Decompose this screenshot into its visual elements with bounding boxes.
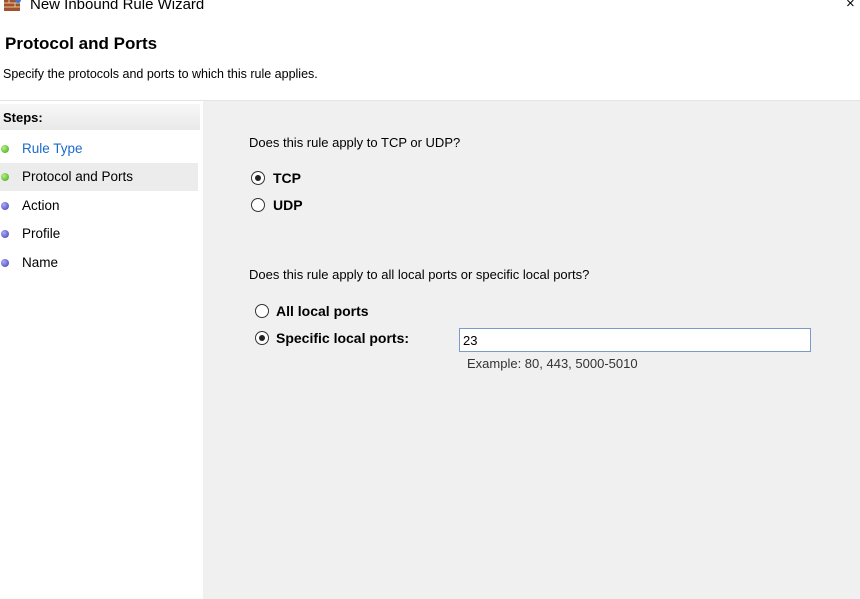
- step-label: Profile: [22, 226, 61, 241]
- step-profile: Profile: [0, 220, 198, 248]
- step-label: Name: [22, 255, 59, 270]
- ports-question: Does this rule apply to all local ports …: [249, 267, 590, 282]
- all-local-ports-radio[interactable]: [255, 304, 269, 318]
- step-label[interactable]: Rule Type: [22, 141, 83, 157]
- tcp-label[interactable]: TCP: [273, 170, 301, 186]
- step-name: Name: [0, 249, 198, 277]
- completed-step-icon: [1, 173, 9, 181]
- tcp-radio[interactable]: [251, 171, 265, 185]
- close-icon[interactable]: ×: [846, 0, 855, 13]
- steps-header: Steps:: [0, 104, 200, 130]
- protocol-question: Does this rule apply to TCP or UDP?: [249, 135, 461, 150]
- page-subtitle: Specify the protocols and ports to which…: [3, 67, 318, 81]
- firewall-brick-icon: [4, 0, 21, 11]
- steps-label: Steps:: [3, 110, 43, 125]
- wizard-header: Protocol and Ports Specify the protocols…: [0, 14, 860, 100]
- all-local-ports-label[interactable]: All local ports: [276, 303, 369, 319]
- pending-step-icon: [1, 202, 9, 210]
- page-title: Protocol and Ports: [5, 34, 158, 53]
- step-label: Protocol and Ports: [22, 169, 134, 184]
- udp-label[interactable]: UDP: [273, 197, 303, 213]
- steps-panel: Steps: Rule Type Protocol and Ports Acti…: [0, 101, 202, 599]
- step-protocol-and-ports: Protocol and Ports: [0, 163, 198, 191]
- step-rule-type[interactable]: Rule Type: [0, 135, 198, 163]
- title-bar: New Inbound Rule Wizard ×: [0, 0, 860, 14]
- specific-ports-input[interactable]: [459, 328, 811, 352]
- specific-local-ports-radio[interactable]: [255, 331, 269, 345]
- ports-example-hint: Example: 80, 443, 5000-5010: [467, 356, 638, 371]
- pending-step-icon: [1, 259, 9, 267]
- udp-radio[interactable]: [251, 198, 265, 212]
- step-label: Action: [22, 198, 60, 213]
- pending-step-icon: [1, 230, 9, 238]
- specific-local-ports-label[interactable]: Specific local ports:: [276, 330, 409, 346]
- step-action: Action: [0, 192, 198, 220]
- completed-step-icon: [1, 145, 9, 153]
- wizard-content: Does this rule apply to TCP or UDP? TCP …: [203, 101, 860, 599]
- window-title: New Inbound Rule Wizard: [30, 0, 205, 13]
